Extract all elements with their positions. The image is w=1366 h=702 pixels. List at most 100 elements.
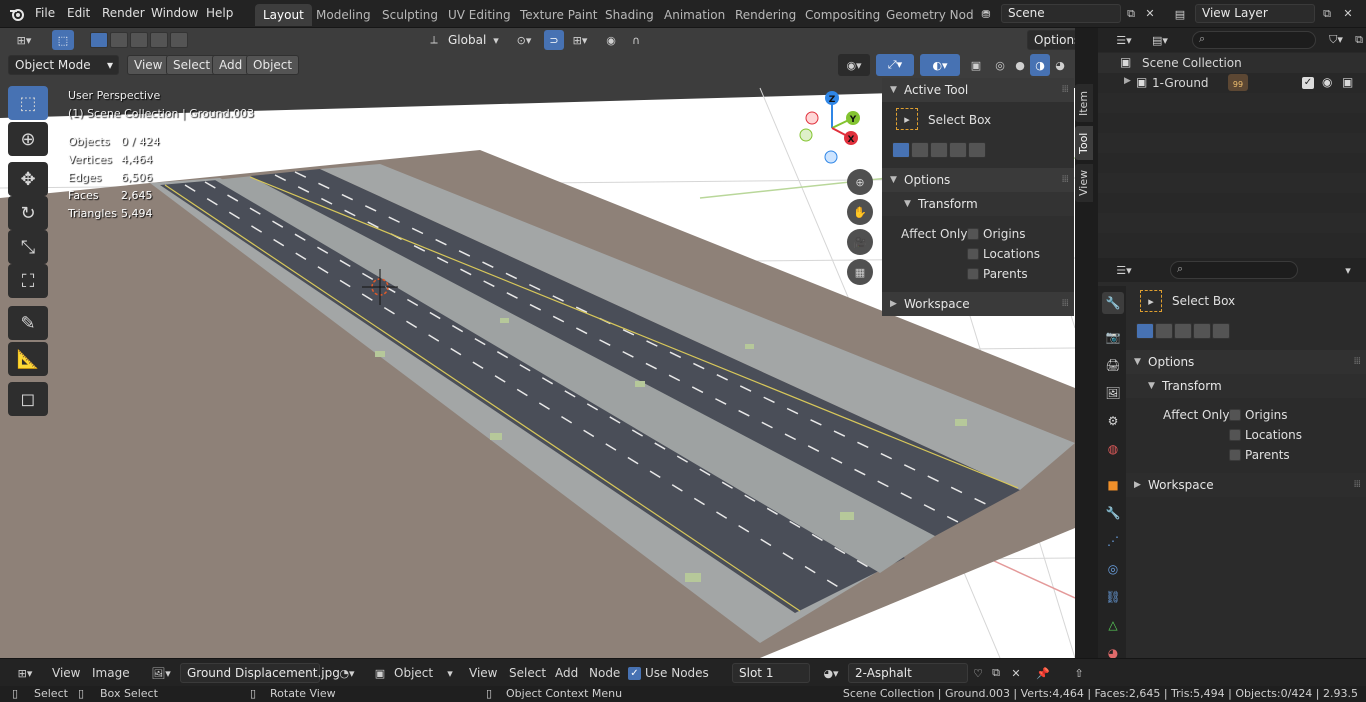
scene-field[interactable]: Scene (1001, 4, 1121, 23)
data-tab-icon[interactable]: △ (1102, 614, 1124, 636)
props-options-header[interactable]: ▼ Options ⁞⁞⁞ (1126, 350, 1366, 374)
view-layer-tab-icon[interactable]: 🖼 (1102, 382, 1124, 404)
fake-user-icon[interactable]: ♡ (970, 663, 986, 683)
locations-checkbox[interactable] (967, 248, 979, 260)
select-extend-icon[interactable] (110, 32, 128, 48)
menu-select[interactable]: Select (166, 55, 218, 75)
cursor-tool[interactable]: ⊕ (8, 122, 48, 156)
tab-animation[interactable]: Animation (656, 4, 733, 26)
display-mode-icon[interactable]: ▤▾ (1146, 31, 1174, 49)
props-select-invert-icon[interactable] (1193, 323, 1211, 339)
tab-uv-editing[interactable]: UV Editing (440, 4, 519, 26)
image-browse-icon[interactable]: 🖼▾ (148, 663, 174, 683)
new-collection-icon[interactable]: ⧉ (1352, 31, 1366, 49)
node-view-menu[interactable]: View (469, 666, 497, 680)
view-layer-icon[interactable]: ▤ (1168, 5, 1192, 23)
tab-shading[interactable]: Shading (597, 4, 662, 26)
options-button[interactable]: Options (1027, 30, 1075, 50)
transform-subheader[interactable]: ▼ Transform (882, 192, 1074, 216)
zoom-icon[interactable]: ⊕ (847, 169, 873, 195)
scale-tool[interactable]: ⤡ (8, 230, 48, 264)
menu-view[interactable]: View (127, 55, 170, 75)
parent-node-tree-icon[interactable]: ⇧ (1070, 663, 1088, 683)
parents-checkbox[interactable] (967, 268, 979, 280)
menu-object[interactable]: Object (246, 55, 300, 75)
props-select-extend-icon[interactable] (1155, 323, 1173, 339)
options-header[interactable]: ▼ Options ⁞⁞⁞ (882, 168, 1074, 192)
tab-geometry-nodes[interactable]: Geometry Nod (878, 4, 982, 26)
tab-compositing[interactable]: Compositing (797, 4, 888, 26)
measure-tool[interactable]: 📐 (8, 342, 48, 376)
solid-shading-icon[interactable]: ● (1010, 54, 1030, 76)
xray-icon[interactable]: ▣ (966, 54, 986, 76)
menu-edit[interactable]: Edit (67, 6, 90, 20)
select-new-icon[interactable] (90, 32, 108, 48)
menu-help[interactable]: Help (206, 6, 233, 20)
menu-render[interactable]: Render (102, 6, 145, 20)
editor-type-icon[interactable]: ⊞▾ (8, 30, 40, 50)
wireframe-shading-icon[interactable]: ◎ (990, 54, 1010, 76)
drag-handle-icon[interactable]: ⁞⁞⁞ (1353, 350, 1360, 374)
new-view-layer-icon[interactable]: ⧉ (1318, 4, 1336, 23)
shader-object-dropdown-icon[interactable]: ▾ (444, 663, 456, 683)
select-intersect-icon[interactable] (170, 32, 188, 48)
scene-icon[interactable]: ⛃ (974, 5, 998, 23)
menu-add[interactable]: Add (212, 55, 250, 75)
image-menu[interactable]: Image (92, 666, 130, 680)
move-tool[interactable]: ✥ (8, 162, 48, 196)
select-box-tool[interactable]: ⬚ (8, 86, 48, 120)
props-parents-checkbox[interactable] (1229, 449, 1241, 461)
node-menu[interactable]: Node (589, 666, 620, 680)
transform-tool[interactable]: ⛶ (8, 264, 48, 298)
slot-select[interactable]: Slot 1 (732, 663, 810, 683)
exclude-checkbox[interactable]: ✓ (1302, 77, 1314, 89)
material-browse-icon[interactable]: ◕▾ (818, 663, 844, 683)
np-select-intersect-icon[interactable] (968, 142, 986, 158)
tool-select-icon[interactable]: ⬚ (52, 30, 74, 50)
new-scene-icon[interactable]: ⧉ (1122, 4, 1140, 23)
mode-select[interactable]: Object Mode ▾ (8, 55, 119, 75)
props-select-subtract-icon[interactable] (1174, 323, 1192, 339)
shader-object-select[interactable]: Object (394, 666, 433, 680)
scene-tab-icon[interactable]: ⚙ (1102, 410, 1124, 432)
tab-sculpting[interactable]: Sculpting (374, 4, 446, 26)
drag-handle-icon[interactable]: ⁞⁞⁞ (1061, 292, 1068, 316)
view-layer-field[interactable]: View Layer (1195, 4, 1315, 23)
output-tab-icon[interactable]: 🖨 (1102, 354, 1124, 376)
props-origins-checkbox[interactable] (1229, 409, 1241, 421)
drag-handle-icon[interactable]: ⁞⁞⁞ (1061, 78, 1068, 102)
rotate-tool[interactable]: ↻ (8, 196, 48, 230)
material-name-field[interactable]: 2-Asphalt (848, 663, 968, 683)
properties-editor-icon[interactable]: ☰▾ (1110, 261, 1138, 279)
drag-handle-icon[interactable]: ⁞⁞⁞ (1061, 168, 1068, 192)
snap-target-icon[interactable]: ⊞▾ (566, 30, 594, 50)
drag-handle-icon[interactable]: ⁞⁞⁞ (1353, 473, 1360, 497)
tab-layout[interactable]: Layout (255, 4, 312, 26)
delete-view-layer-icon[interactable]: ✕ (1340, 4, 1356, 23)
image-view-menu[interactable]: View (52, 666, 80, 680)
snap-icon[interactable]: ⊃ (544, 30, 564, 50)
properties-options-icon[interactable]: ▾ (1338, 261, 1358, 279)
visibility-icon[interactable]: ◉▾ (838, 54, 870, 76)
expand-arrow-icon[interactable]: ▶ (1124, 76, 1131, 86)
material-shading-icon[interactable]: ◑ (1030, 54, 1050, 76)
menu-file[interactable]: File (35, 6, 55, 20)
props-locations-checkbox[interactable] (1229, 429, 1241, 441)
select-subtract-icon[interactable] (130, 32, 148, 48)
eye-icon[interactable]: ◉ (1322, 75, 1332, 89)
modifier-tab-icon[interactable]: 🔧 (1102, 502, 1124, 524)
filter-icon[interactable]: ⛉▾ (1322, 31, 1350, 49)
add-cube-tool[interactable]: ◻ (8, 382, 48, 416)
use-nodes-checkbox[interactable]: ✓ (628, 667, 641, 680)
physics-tab-icon[interactable]: ◎ (1102, 558, 1124, 580)
tab-view[interactable]: View (1075, 164, 1093, 202)
outliner-search-input[interactable]: ⌕ (1192, 31, 1316, 49)
node-add-menu[interactable]: Add (555, 666, 578, 680)
render-tab-icon[interactable]: 📷 (1102, 326, 1124, 348)
image-editor-type-icon[interactable]: ⊞▾ (10, 663, 40, 683)
node-select-menu[interactable]: Select (509, 666, 546, 680)
select-invert-icon[interactable] (150, 32, 168, 48)
outliner-editor-icon[interactable]: ☰▾ (1110, 31, 1138, 49)
origins-checkbox[interactable] (967, 228, 979, 240)
blender-logo-icon[interactable] (8, 5, 26, 23)
